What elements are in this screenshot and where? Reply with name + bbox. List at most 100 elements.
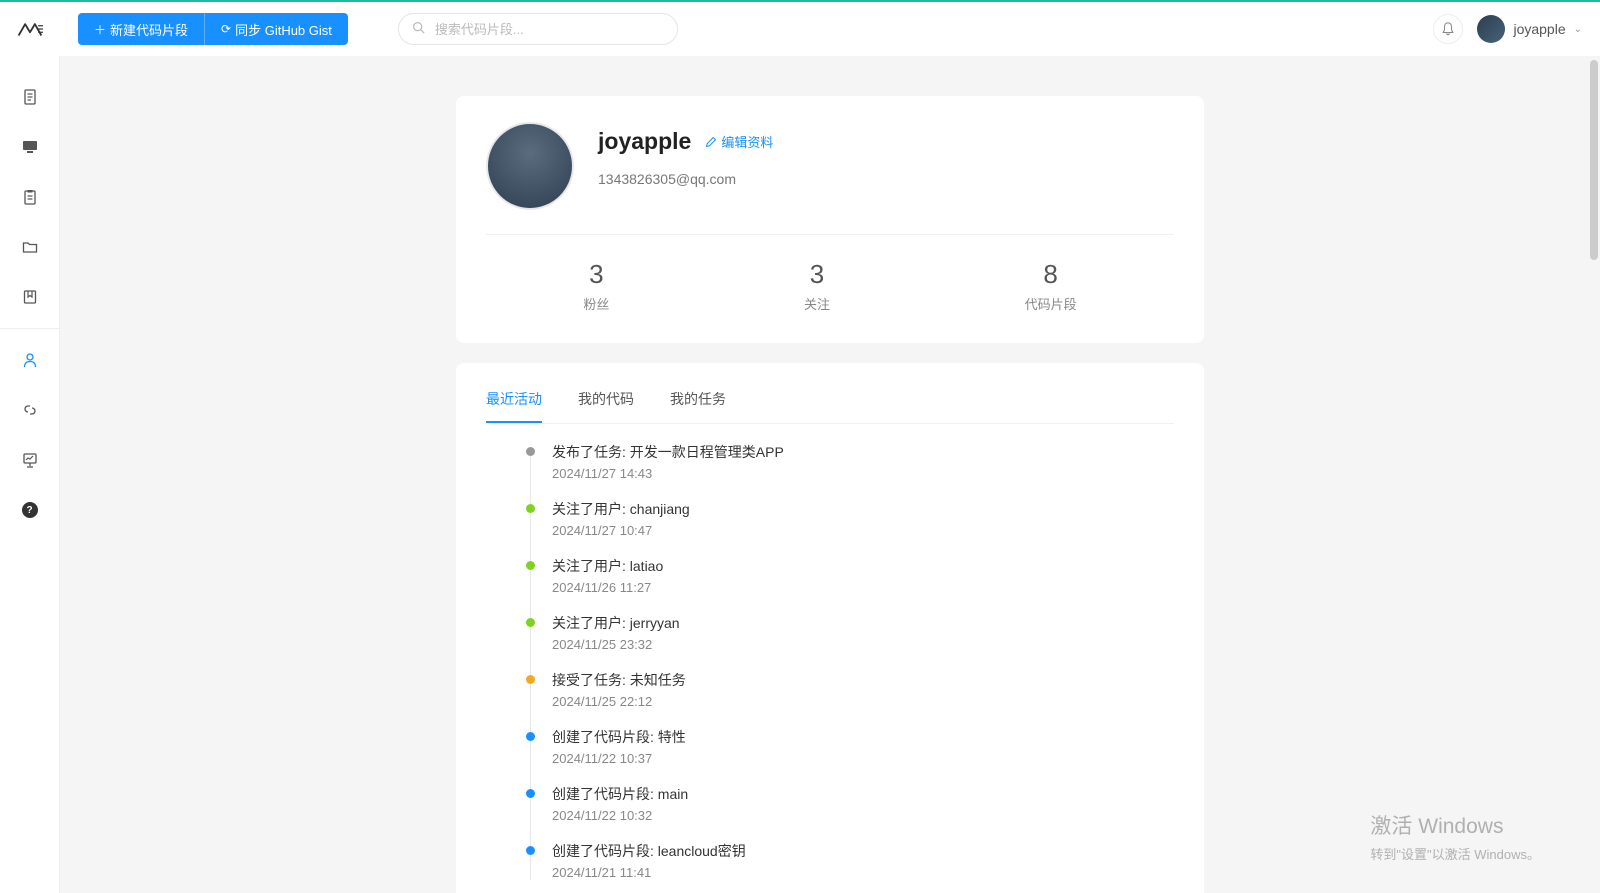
app-header: ＋ 新建代码片段 ⟳ 同步 GitHub Gist joyapple ⌄ [0, 2, 1600, 56]
sidebar-item-bookmark[interactable] [0, 272, 59, 322]
activity-time: 2024/11/27 10:47 [552, 523, 1174, 538]
activity-time: 2024/11/25 22:12 [552, 694, 1174, 709]
timeline-item: 关注了用户: chanjiang 2024/11/27 10:47 [526, 499, 1174, 538]
sidebar-item-folder[interactable] [0, 222, 59, 272]
sidebar-item-clipboard[interactable] [0, 172, 59, 222]
stat-item[interactable]: 3 粉丝 [583, 259, 609, 313]
monitor-icon [22, 139, 38, 155]
top-accent-bar [0, 0, 1600, 2]
tabs: 最近活动 我的代码 我的任务 [486, 389, 1174, 424]
timeline-item: 创建了代码片段: leancloud密钥 2024/11/21 11:41 [526, 841, 1174, 880]
avatar-small [1477, 15, 1505, 43]
stat-number: 3 [804, 259, 830, 290]
sidebar-divider [0, 328, 59, 329]
profile-card: joyapple 编辑资料 1343826305@qq.com 3 粉丝 3 关注 8 代… [456, 96, 1204, 343]
profile-username: joyapple [598, 128, 691, 155]
bell-icon [1441, 22, 1455, 36]
activity-time: 2024/11/26 11:27 [552, 580, 1174, 595]
header-button-group: ＋ 新建代码片段 ⟳ 同步 GitHub Gist [78, 13, 348, 45]
profile-header: joyapple 编辑资料 1343826305@qq.com [486, 122, 1174, 235]
timeline-dot [526, 447, 535, 456]
plus-icon: ＋ [94, 21, 106, 38]
activity-time: 2024/11/22 10:32 [552, 808, 1174, 823]
stat-item[interactable]: 3 关注 [804, 259, 830, 313]
timeline-dot [526, 732, 535, 741]
timeline-dot [526, 675, 535, 684]
sidebar: ? [0, 56, 60, 893]
main-content: joyapple 编辑资料 1343826305@qq.com 3 粉丝 3 关注 8 代… [60, 56, 1600, 893]
activity-title: 接受了任务: 未知任务 [552, 670, 1174, 690]
edit-profile-link[interactable]: 编辑资料 [705, 132, 773, 151]
link-icon [22, 402, 38, 418]
new-snippet-label: 新建代码片段 [110, 20, 188, 39]
search-input[interactable] [398, 13, 678, 45]
header-username: joyapple [1513, 21, 1565, 37]
sync-gist-button[interactable]: ⟳ 同步 GitHub Gist [205, 13, 348, 45]
activity-time: 2024/11/21 11:41 [552, 865, 1174, 880]
timeline-dot [526, 789, 535, 798]
stat-number: 3 [583, 259, 609, 290]
logo[interactable] [0, 2, 60, 56]
activity-title: 关注了用户: latiao [552, 556, 1174, 576]
bookmark-icon [22, 289, 38, 305]
profile-info: joyapple 编辑资料 1343826305@qq.com [598, 122, 773, 187]
sidebar-item-link[interactable] [0, 385, 59, 435]
activity-title: 创建了代码片段: main [552, 784, 1174, 804]
stat-number: 8 [1025, 259, 1077, 290]
tab-最近活动[interactable]: 最近活动 [486, 389, 542, 423]
edit-profile-label: 编辑资料 [721, 132, 773, 151]
document-icon [22, 89, 38, 105]
stat-label: 粉丝 [583, 294, 609, 313]
timeline-item: 关注了用户: latiao 2024/11/26 11:27 [526, 556, 1174, 595]
activity-time: 2024/11/22 10:37 [552, 751, 1174, 766]
sidebar-item-profile[interactable] [0, 335, 59, 385]
profile-email: 1343826305@qq.com [598, 171, 773, 187]
help-icon: ? [22, 502, 38, 518]
timeline-dot [526, 618, 535, 627]
clipboard-icon [22, 189, 38, 205]
sidebar-item-monitor[interactable] [0, 122, 59, 172]
timeline-dot [526, 561, 535, 570]
search-container [398, 13, 678, 45]
presentation-icon [22, 452, 38, 468]
activity-title: 创建了代码片段: leancloud密钥 [552, 841, 1174, 861]
username-row: joyapple 编辑资料 [598, 128, 773, 155]
tab-我的代码[interactable]: 我的代码 [578, 389, 634, 423]
user-icon [22, 352, 38, 368]
sidebar-item-help[interactable]: ? [0, 485, 59, 535]
sync-icon: ⟳ [221, 22, 231, 36]
avatar-large [486, 122, 574, 210]
stat-label: 关注 [804, 294, 830, 313]
chevron-down-icon: ⌄ [1574, 24, 1582, 35]
edit-icon [705, 136, 717, 148]
timeline-item: 发布了任务: 开发一款日程管理类APP 2024/11/27 14:43 [526, 442, 1174, 481]
scrollbar[interactable] [1590, 60, 1598, 260]
timeline-item: 关注了用户: jerryyan 2024/11/25 23:32 [526, 613, 1174, 652]
sync-gist-label: 同步 GitHub Gist [235, 20, 332, 39]
user-menu[interactable]: joyapple ⌄ [1477, 15, 1582, 43]
new-snippet-button[interactable]: ＋ 新建代码片段 [78, 13, 205, 45]
folder-icon [22, 239, 38, 255]
activity-title: 关注了用户: chanjiang [552, 499, 1174, 519]
stat-label: 代码片段 [1025, 294, 1077, 313]
timeline-item: 创建了代码片段: 特性2024/11/22 10:37 [526, 727, 1174, 766]
activity-title: 发布了任务: 开发一款日程管理类APP [552, 442, 1174, 462]
stats-row: 3 粉丝 3 关注 8 代码片段 [486, 235, 1174, 313]
stat-item[interactable]: 8 代码片段 [1025, 259, 1077, 313]
tab-我的任务[interactable]: 我的任务 [670, 389, 726, 423]
notifications-button[interactable] [1433, 14, 1463, 44]
windows-activation-watermark: 激活 Windows 转到"设置"以激活 Windows。 [1370, 810, 1540, 863]
timeline-dot [526, 504, 535, 513]
timeline-item: 创建了代码片段: main 2024/11/22 10:32 [526, 784, 1174, 823]
activity-card: 最近活动 我的代码 我的任务 发布了任务: 开发一款日程管理类APP 2024/11/… [456, 363, 1204, 893]
sidebar-item-document[interactable] [0, 72, 59, 122]
activity-timeline: 发布了任务: 开发一款日程管理类APP 2024/11/27 14:43 关注了用户… [526, 442, 1174, 880]
activity-time: 2024/11/27 14:43 [552, 466, 1174, 481]
activity-time: 2024/11/25 23:32 [552, 637, 1174, 652]
watermark-subtitle: 转到"设置"以激活 Windows。 [1370, 844, 1540, 863]
logo-icon [17, 20, 43, 38]
sidebar-item-presentation[interactable] [0, 435, 59, 485]
timeline-item: 接受了任务: 未知任务 2024/11/25 22:12 [526, 670, 1174, 709]
activity-title: 关注了用户: jerryyan [552, 613, 1174, 633]
header-right: joyapple ⌄ [1433, 14, 1582, 44]
